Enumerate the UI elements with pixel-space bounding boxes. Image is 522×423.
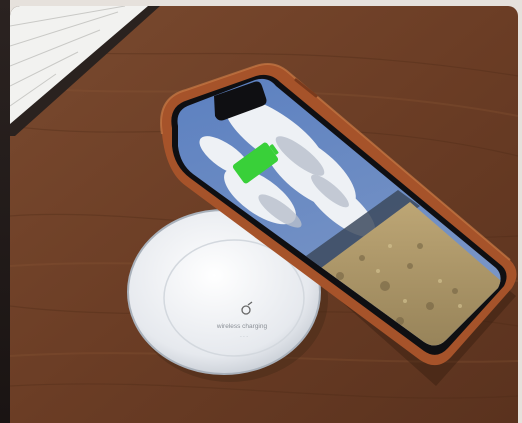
photo-svg: wireless charging · · · [10,6,518,423]
image-frame: wireless charging · · · [0,0,522,423]
pad-label: wireless charging [216,323,268,330]
svg-text:· · ·: · · · [240,334,248,340]
left-edge-strip [0,0,10,423]
product-photo: wireless charging · · · [10,6,518,423]
